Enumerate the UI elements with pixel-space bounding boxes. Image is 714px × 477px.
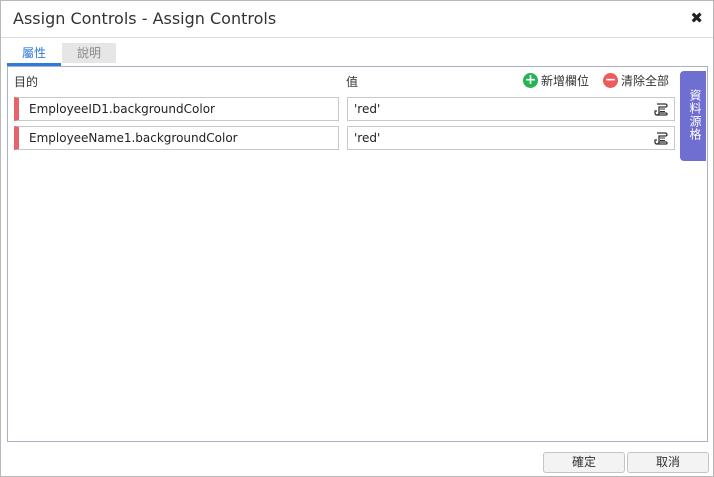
clear-all-label: 清除全部 bbox=[621, 73, 670, 88]
value-field[interactable]: 'red' bbox=[347, 126, 675, 150]
target-field[interactable]: EmployeeName1.backgroundColor bbox=[14, 126, 339, 150]
plus-circle-icon: + bbox=[523, 71, 538, 88]
assign-controls-dialog: Assign Controls - Assign Controls ✖ 屬性 說… bbox=[0, 0, 714, 477]
add-field-button[interactable]: + 新增欄位 bbox=[523, 72, 589, 88]
tab-properties[interactable]: 屬性 bbox=[7, 43, 61, 66]
assignment-row: EmployeeID1.backgroundColor 'red' bbox=[14, 97, 675, 121]
clear-all-button[interactable]: − 清除全部 bbox=[603, 72, 669, 88]
target-column-header: 目的 bbox=[14, 75, 39, 89]
value-text: 'red' bbox=[354, 102, 381, 116]
add-field-label: 新增欄位 bbox=[541, 73, 590, 88]
dialog-title: Assign Controls - Assign Controls bbox=[13, 9, 277, 28]
target-field[interactable]: EmployeeID1.backgroundColor bbox=[14, 97, 339, 121]
value-text: 'red' bbox=[354, 131, 381, 145]
properties-panel: 目的 值 + 新增欄位 − 清除全部 EmployeeID1.backgroun… bbox=[7, 66, 708, 442]
data-source-side-tab[interactable]: 資料源格 bbox=[680, 71, 706, 161]
title-bar: Assign Controls - Assign Controls ✖ bbox=[1, 1, 713, 38]
scroll-icon[interactable] bbox=[654, 102, 668, 116]
side-tab-label: 資料源格 bbox=[688, 89, 702, 141]
scroll-icon[interactable] bbox=[654, 131, 668, 145]
ok-button[interactable]: 確定 bbox=[543, 452, 625, 473]
target-text: EmployeeName1.backgroundColor bbox=[29, 131, 238, 145]
value-field[interactable]: 'red' bbox=[347, 97, 675, 121]
close-icon[interactable]: ✖ bbox=[690, 10, 703, 26]
value-column-header: 值 bbox=[346, 75, 359, 89]
target-text: EmployeeID1.backgroundColor bbox=[29, 102, 215, 116]
tab-bar: 屬性 說明 bbox=[7, 43, 707, 66]
assignment-row: EmployeeName1.backgroundColor 'red' bbox=[14, 126, 675, 150]
cancel-button[interactable]: 取消 bbox=[627, 452, 709, 473]
tab-description[interactable]: 說明 bbox=[62, 43, 116, 63]
minus-circle-icon: − bbox=[603, 71, 618, 88]
